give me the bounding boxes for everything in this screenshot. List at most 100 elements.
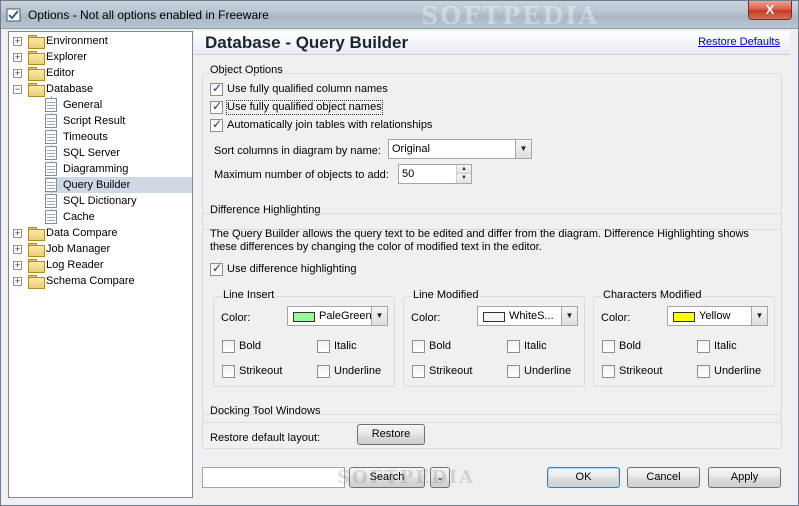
checkbox-label: Strikeout — [239, 365, 283, 377]
page-icon — [45, 130, 57, 144]
restore-layout-label: Restore default layout: — [210, 432, 321, 444]
checkbox-box[interactable] — [317, 340, 330, 353]
checkbox-label: Underline — [524, 365, 572, 377]
sort-columns-dropdown[interactable]: Original ▼ — [388, 139, 532, 159]
open-folder-icon — [28, 83, 45, 97]
expand-icon[interactable]: + — [13, 229, 22, 238]
page-icon — [45, 178, 57, 192]
watermark-logo: SOFTPEDIA — [337, 467, 476, 488]
page-icon — [45, 98, 57, 112]
folder-icon — [28, 259, 45, 273]
checkbox-box[interactable] — [697, 340, 710, 353]
options-tree[interactable]: + Environment + Explorer + Editor − Data… — [8, 31, 193, 498]
close-icon: X — [765, 2, 775, 17]
color-label: Color: — [221, 312, 251, 324]
tree-item-label: Log Reader — [46, 259, 104, 271]
max-objects-spinner[interactable]: 50 ▲ ▼ — [398, 164, 472, 184]
difference-description: The Query Builder allows the query text … — [210, 228, 749, 253]
checkbox-label: Bold — [239, 340, 262, 352]
search-input[interactable] — [202, 467, 345, 488]
watermark-logo: SOFTPEDIA — [421, 1, 600, 30]
ok-button[interactable]: OK — [547, 467, 620, 488]
spin-up-icon[interactable]: ▲ — [457, 165, 471, 174]
expand-icon[interactable]: + — [13, 245, 22, 254]
tree-item-label: Schema Compare — [46, 275, 135, 287]
collapse-icon[interactable]: − — [13, 85, 22, 94]
restore-layout-button[interactable]: Restore — [357, 424, 425, 445]
folder-icon — [28, 227, 45, 241]
tree-item-label: Script Result — [63, 115, 126, 127]
cancel-button[interactable]: Cancel — [627, 467, 700, 488]
color-value: PaleGreen — [319, 310, 372, 322]
checkbox-box[interactable] — [412, 340, 425, 353]
checkbox-label: Automatically join tables with relations… — [227, 119, 433, 131]
tree-item-label: Query Builder — [63, 179, 131, 191]
page-header: Database - Query Builder Restore Default… — [194, 31, 790, 55]
checkbox-box[interactable] — [412, 365, 425, 378]
sort-columns-value: Original — [392, 143, 430, 155]
color-value: Yellow — [699, 310, 731, 322]
folder-icon — [28, 67, 45, 81]
checkbox-label: Italic — [524, 340, 547, 352]
window-title: Options - Not all options enabled in Fre… — [28, 8, 269, 22]
line-insert-title: Line Insert — [221, 289, 277, 301]
sort-columns-label: Sort columns in diagram by name: — [214, 145, 381, 157]
folder-icon — [28, 275, 45, 289]
checkbox-box[interactable] — [317, 365, 330, 378]
checkbox-box[interactable] — [602, 365, 615, 378]
checkbox-box[interactable] — [210, 100, 223, 114]
line-insert-color-dropdown[interactable]: PaleGreen ▼ — [287, 306, 388, 326]
chevron-down-icon[interactable]: ▼ — [561, 307, 577, 325]
expand-icon[interactable]: + — [13, 261, 22, 270]
checkbox-box[interactable] — [697, 365, 710, 378]
chevron-down-icon[interactable]: ▼ — [751, 307, 767, 325]
checkbox-box[interactable] — [507, 365, 520, 378]
options-window: Options - Not all options enabled in Fre… — [0, 0, 799, 506]
chevron-down-icon[interactable]: ▼ — [371, 307, 387, 325]
page-icon — [45, 146, 57, 160]
expand-icon[interactable]: + — [13, 69, 22, 78]
expand-icon[interactable]: + — [13, 37, 22, 46]
checkbox-box[interactable] — [210, 118, 223, 132]
characters-modified-color-dropdown[interactable]: Yellow ▼ — [667, 306, 768, 326]
checkbox-box[interactable] — [210, 262, 223, 276]
checkbox-label: Strikeout — [429, 365, 473, 377]
checkbox-box[interactable] — [602, 340, 615, 353]
close-button[interactable]: X — [748, 1, 792, 20]
tree-item-label: Editor — [46, 67, 75, 79]
tree-item-label: Cache — [63, 211, 95, 223]
line-modified-color-dropdown[interactable]: WhiteS... ▼ — [477, 306, 578, 326]
spinner-arrows: ▲ ▼ — [456, 165, 471, 183]
checkbox-label: Use fully qualified column names — [227, 83, 388, 95]
checkbox-box[interactable] — [222, 340, 235, 353]
tree-item-label: SQL Server — [63, 147, 121, 159]
expand-icon[interactable]: + — [13, 277, 22, 286]
expand-icon[interactable]: + — [13, 53, 22, 62]
page-icon — [45, 194, 57, 208]
tree-item-label: Job Manager — [46, 243, 111, 255]
tree-item-query-builder[interactable]: Query Builder — [45, 177, 192, 193]
chevron-down-icon[interactable]: ▼ — [515, 140, 531, 158]
apply-button[interactable]: Apply — [708, 467, 781, 488]
folder-icon — [28, 243, 45, 257]
page-icon — [45, 210, 57, 224]
checkbox-box[interactable] — [507, 340, 520, 353]
checkbox-box[interactable] — [222, 365, 235, 378]
restore-defaults-link[interactable]: Restore Defaults — [698, 36, 780, 48]
tree-item-label: General — [63, 99, 103, 111]
checkbox-box[interactable] — [210, 82, 223, 96]
characters-modified-title: Characters Modified — [601, 289, 704, 301]
title-bar: Options - Not all options enabled in Fre… — [1, 1, 798, 30]
tree-item-label: SQL Dictionary — [63, 195, 137, 207]
color-swatch — [293, 312, 315, 322]
checkbox-label: Underline — [334, 365, 382, 377]
color-value: WhiteS... — [509, 310, 554, 322]
spin-down-icon[interactable]: ▼ — [457, 174, 471, 183]
max-objects-label: Maximum number of objects to add: — [214, 169, 389, 181]
color-swatch — [483, 312, 505, 322]
checkbox-label: Use fully qualified object names — [226, 100, 383, 115]
color-label: Color: — [411, 312, 441, 324]
checkbox-label: Strikeout — [619, 365, 663, 377]
app-icon — [6, 8, 21, 22]
checkbox-label: Italic — [714, 340, 737, 352]
